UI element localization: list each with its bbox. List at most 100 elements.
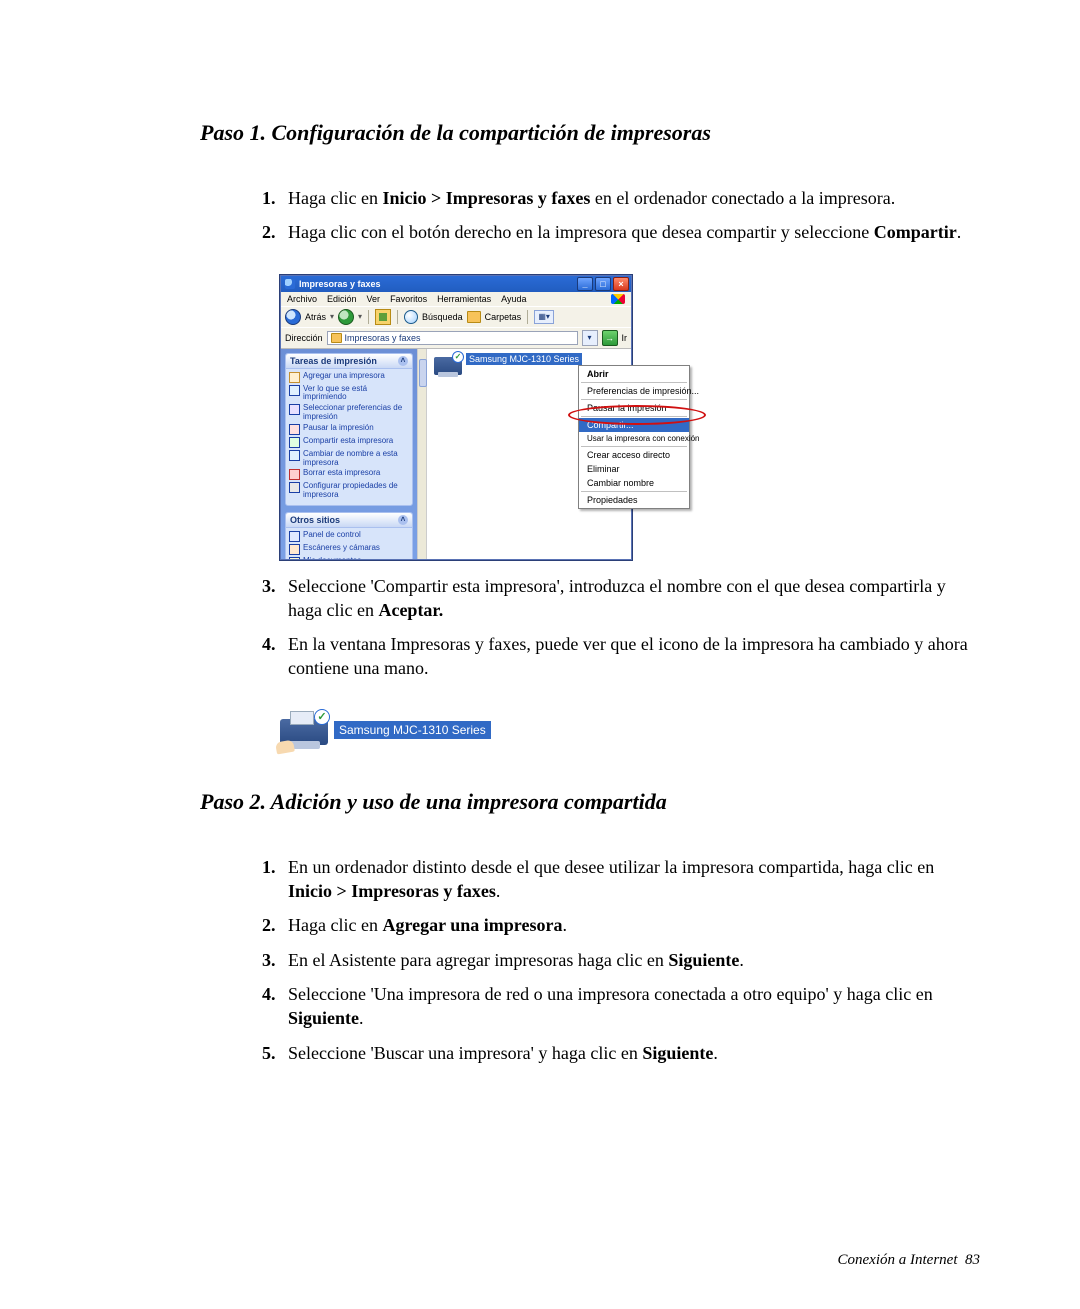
folder-icon (331, 333, 342, 343)
step2-item-5: Seleccione 'Buscar una impresora' y haga… (280, 1041, 980, 1065)
step1-item-2: Haga clic con el botón derecho en la imp… (280, 220, 980, 244)
bold-text: Inicio > Impresoras y faxes (288, 881, 496, 901)
menubar: Archivo Edición Ver Favoritos Herramient… (281, 292, 631, 306)
bold-text: Agregar una impresora (382, 915, 562, 935)
text: . (957, 222, 962, 242)
ctx-open[interactable]: Abrir (579, 367, 689, 381)
text: Haga clic en (288, 188, 382, 208)
task-share[interactable]: Compartir esta impresora (289, 436, 409, 449)
go-button[interactable]: → (602, 330, 618, 346)
panel-header[interactable]: Tareas de impresión ˄ (286, 354, 412, 369)
titlebar: Impresoras y faxes _ □ × (281, 276, 631, 292)
ctx-delete[interactable]: Eliminar (579, 462, 689, 476)
task-rename[interactable]: Cambiar de nombre a esta impresora (289, 449, 409, 469)
ctx-shortcut[interactable]: Crear acceso directo (579, 448, 689, 462)
panel-title: Otros sitios (290, 515, 340, 525)
text: . (739, 950, 744, 970)
search-label: Búsqueda (422, 312, 463, 322)
ctx-prefs[interactable]: Preferencias de impresión... (579, 384, 689, 398)
text: Haga clic en (288, 915, 382, 935)
printer-icon (285, 279, 295, 289)
step1-list: Haga clic en Inicio > Impresoras y faxes… (200, 186, 980, 245)
folders-icon[interactable] (467, 311, 481, 323)
shared-printer-figure: ✓ Samsung MJC-1310 Series (280, 711, 980, 749)
menu-help[interactable]: Ayuda (501, 294, 526, 304)
task-preferences[interactable]: Seleccionar preferencias de impresión (289, 403, 409, 423)
step2-item-2: Haga clic en Agregar una impresora. (280, 913, 980, 937)
step1-list-cont: Seleccione 'Compartir esta impresora', i… (200, 574, 980, 681)
bold-text: Compartir (874, 222, 957, 242)
bold-text: Siguiente (668, 950, 739, 970)
text: En la ventana Impresoras y faxes, puede … (288, 634, 968, 678)
search-icon[interactable] (404, 310, 418, 324)
bold-text: Aceptar. (378, 600, 443, 620)
other-places-panel: Otros sitios ˄ Panel de control Escánere… (285, 512, 413, 559)
text: . (562, 915, 567, 935)
forward-button[interactable] (338, 309, 354, 325)
task-properties[interactable]: Configurar propiedades de impresora (289, 481, 409, 501)
bold-text: Siguiente (288, 1008, 359, 1028)
printer-label: Samsung MJC-1310 Series (466, 353, 582, 365)
address-dropdown[interactable]: ▾ (582, 330, 598, 346)
scrollbar[interactable] (418, 349, 427, 559)
step1-item-4: En la ventana Impresoras y faxes, puede … (280, 632, 980, 681)
printer-list-area: ✓ Samsung MJC-1310 Series Abrir Preferen… (417, 349, 631, 559)
shared-printer-label: Samsung MJC-1310 Series (334, 721, 491, 739)
minimize-button[interactable]: _ (577, 277, 593, 291)
shared-printer-icon: ✓ (280, 711, 328, 749)
ctx-properties[interactable]: Propiedades (579, 493, 689, 507)
print-tasks-panel: Tareas de impresión ˄ Agregar una impres… (285, 353, 413, 506)
up-button[interactable] (375, 309, 391, 325)
address-label: Dirección (285, 333, 323, 343)
task-pause[interactable]: Pausar la impresión (289, 423, 409, 436)
address-value: Impresoras y faxes (345, 333, 421, 343)
views-button[interactable]: ▦▾ (534, 310, 554, 324)
footer-section: Conexión a Internet (838, 1252, 958, 1268)
link-scanners[interactable]: Escáneres y cámaras (289, 543, 409, 556)
step2-heading: Paso 2. Adición y uso de una impresora c… (200, 789, 980, 815)
collapse-icon[interactable]: ˄ (398, 515, 408, 525)
step1-item-1: Haga clic en Inicio > Impresoras y faxes… (280, 186, 980, 210)
back-button[interactable] (285, 309, 301, 325)
printer-icon: ✓ (434, 353, 462, 375)
bold-text: Siguiente (642, 1043, 713, 1063)
text: Seleccione 'Buscar una impresora' y haga… (288, 1043, 642, 1063)
task-see-printing[interactable]: Ver lo que se está imprimiendo (289, 384, 409, 404)
step1-heading: Paso 1. Configuración de la compartición… (200, 120, 980, 146)
ctx-pause[interactable]: Pausar la impresión (579, 401, 689, 415)
menu-file[interactable]: Archivo (287, 294, 317, 304)
printer-item[interactable]: ✓ Samsung MJC-1310 Series (434, 353, 582, 375)
link-my-documents[interactable]: Mis documentos (289, 556, 409, 559)
menu-tools[interactable]: Herramientas (437, 294, 491, 304)
ctx-share[interactable]: Compartir... (579, 418, 689, 432)
ctx-offline[interactable]: Usar la impresora con conexión (579, 432, 689, 445)
text: en el ordenador conectado a la impresora… (590, 188, 895, 208)
task-delete[interactable]: Borrar esta impresora (289, 468, 409, 481)
addressbar: Dirección Impresoras y faxes ▾ → Ir (281, 327, 631, 348)
text: En el Asistente para agregar impresoras … (288, 950, 668, 970)
text: . (496, 881, 501, 901)
panel-header[interactable]: Otros sitios ˄ (286, 513, 412, 528)
text: En un ordenador distinto desde el que de… (288, 857, 934, 877)
step2-item-1: En un ordenador distinto desde el que de… (280, 855, 980, 904)
step2-list: En un ordenador distinto desde el que de… (200, 855, 980, 1065)
printers-window: Impresoras y faxes _ □ × Archivo Edición… (280, 275, 632, 560)
step2-item-4: Seleccione 'Una impresora de red o una i… (280, 982, 980, 1031)
window-title: Impresoras y faxes (299, 279, 381, 289)
ctx-rename[interactable]: Cambiar nombre (579, 476, 689, 490)
close-button[interactable]: × (613, 277, 629, 291)
link-control-panel[interactable]: Panel de control (289, 530, 409, 543)
address-field[interactable]: Impresoras y faxes (327, 331, 578, 345)
maximize-button[interactable]: □ (595, 277, 611, 291)
menu-edit[interactable]: Edición (327, 294, 357, 304)
menu-fav[interactable]: Favoritos (390, 294, 427, 304)
step2-item-3: En el Asistente para agregar impresoras … (280, 948, 980, 972)
windows-flag-icon (611, 294, 625, 304)
task-add-printer[interactable]: Agregar una impresora (289, 371, 409, 384)
text: Seleccione 'Una impresora de red o una i… (288, 984, 933, 1004)
collapse-icon[interactable]: ˄ (398, 356, 408, 366)
page-number: 83 (965, 1252, 980, 1268)
task-sidebar: Tareas de impresión ˄ Agregar una impres… (281, 349, 417, 559)
step1-item-3: Seleccione 'Compartir esta impresora', i… (280, 574, 980, 623)
menu-view[interactable]: Ver (367, 294, 381, 304)
